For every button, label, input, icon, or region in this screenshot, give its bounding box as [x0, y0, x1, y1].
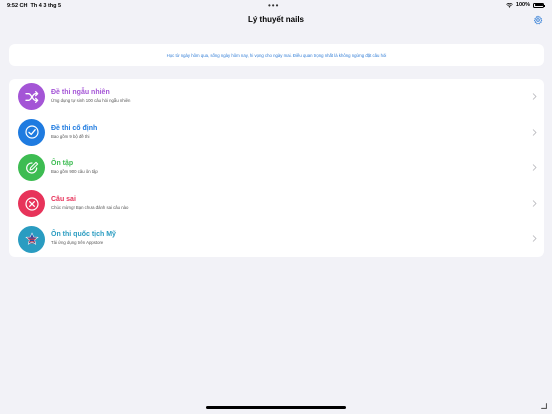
menu-icon-circle: [18, 118, 45, 146]
menu-icon-circle: [18, 83, 45, 111]
menu-item-us-citizenship[interactable]: Ôn thi quốc tịch Mỹ Tải ứng dụng trên Ap…: [9, 221, 544, 257]
menu-item-title: Đề thi cố định: [51, 124, 98, 132]
quote-banner: Học từ ngày hôm qua, sống ngày hôm nay, …: [9, 44, 544, 66]
gear-icon[interactable]: [533, 15, 543, 25]
menu-item-random-exam[interactable]: Đề thi ngẫu nhiên Ứng dụng tự sinh 100 c…: [9, 79, 544, 115]
menu-item-subtitle: Bao gồm 900 câu ôn tập: [51, 169, 98, 175]
menu-item-review[interactable]: Ôn tập Bao gồm 900 câu ôn tập: [9, 150, 544, 186]
menu-item-subtitle: Bao gồm 9 bộ đề thi: [51, 133, 90, 139]
status-bar: 9:52 CH Th 4 3 thg 5 ••• 100%: [0, 0, 552, 12]
page-title: Lý thuyết nails: [247, 15, 304, 24]
shuffle-icon: [24, 90, 38, 103]
multitasking-dots-icon[interactable]: •••: [268, 1, 279, 10]
battery-icon: [533, 2, 545, 8]
menu-item-subtitle: Tải ứng dụng trên Appstore: [51, 240, 104, 246]
chevron-right-icon: [532, 164, 537, 171]
us-flag-icon: [24, 232, 39, 246]
menu-icon-circle: [18, 154, 45, 182]
menu-icon-circle: [18, 225, 45, 253]
edit-icon: [25, 161, 38, 174]
menu-item-title: Câu sai: [51, 195, 76, 203]
status-right: 100%: [506, 2, 545, 8]
status-time: 9:52 CH Th 4 3 thg 5: [7, 3, 62, 9]
chevron-right-icon: [532, 93, 537, 100]
menu-item-title: Đề thi ngẫu nhiên: [51, 89, 110, 96]
x-mark-icon: [24, 196, 39, 211]
menu-list: Đề thi ngẫu nhiên Ứng dụng tự sinh 100 c…: [9, 79, 544, 257]
wifi-icon: [506, 2, 513, 8]
menu-item-fixed-exam[interactable]: Đề thi cố định Bao gồm 9 bộ đề thi: [9, 115, 544, 151]
home-indicator[interactable]: [206, 406, 346, 409]
battery-percent: 100%: [515, 2, 530, 8]
chevron-right-icon: [532, 200, 537, 207]
menu-item-title: Ôn thi quốc tịch Mỹ: [51, 231, 116, 239]
chevron-right-icon: [532, 128, 537, 136]
menu-item-wrong-answers[interactable]: Câu sai Chúc mừng! Bạn chưa đánh sai câu…: [9, 186, 544, 222]
quote-text: Học từ ngày hôm qua, sống ngày hôm nay, …: [166, 52, 387, 58]
menu-item-title: Ôn tập: [51, 160, 74, 168]
menu-icon-circle: [18, 190, 45, 218]
chevron-right-icon: [532, 235, 537, 243]
resize-handle-icon[interactable]: [540, 402, 548, 410]
menu-item-subtitle: Chúc mừng! Bạn chưa đánh sai câu nào: [51, 204, 129, 210]
menu-item-subtitle: Ứng dụng tự sinh 100 câu hỏi ngẫu nhiên: [51, 98, 131, 103]
checkmark-icon: [24, 125, 39, 139]
